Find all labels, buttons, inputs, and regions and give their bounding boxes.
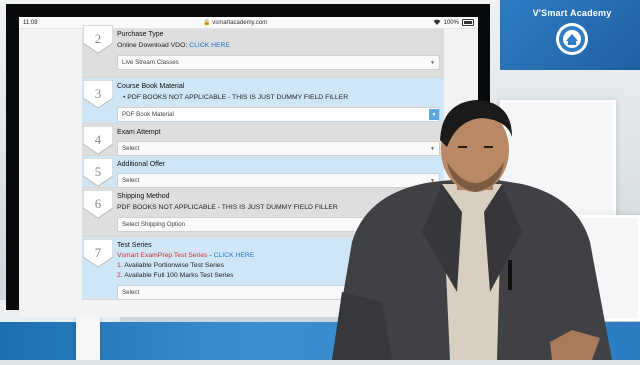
battery-icon — [461, 19, 474, 26]
purchase-type-select[interactable]: Live Stream Classes ▼ — [117, 55, 440, 70]
address-bar[interactable]: 🔒 vsmartacademy.com — [203, 19, 267, 26]
dropdown-caret-icon: ▼ — [430, 59, 435, 66]
step-chevron-badge: 2 — [83, 25, 113, 55]
step-number: 3 — [95, 86, 102, 101]
test-series-label: Vsmart ExamPrep Test Series — [117, 252, 208, 259]
step-purchase-type: 2 Purchase Type Online Download VDO: CLI… — [82, 25, 444, 78]
step-number: 6 — [95, 196, 102, 211]
status-time: 11:08 — [23, 19, 38, 26]
academy-logo: V'Smart Academy — [512, 8, 632, 56]
step-title: Course Book Material — [117, 83, 185, 90]
step-chevron-badge: 7 — [83, 239, 113, 269]
step-chevron-badge: 3 — [83, 80, 113, 110]
step-bullet-text: PDF BOOKS NOT APPLICABLE - THIS IS JUST … — [127, 94, 349, 101]
test-series-click-here-link[interactable]: CLICK HERE — [214, 252, 255, 259]
presenter — [322, 92, 622, 360]
step-title: Purchase Type — [117, 31, 164, 38]
step-chevron-badge: 4 — [83, 126, 113, 156]
step-number: 5 — [95, 164, 102, 179]
click-here-link[interactable]: CLICK HERE — [189, 42, 230, 49]
battery-percent: 100% — [443, 19, 459, 26]
step-number: 2 — [95, 31, 102, 46]
step-text: Online Download VDO: — [117, 42, 190, 49]
brand-name: V'Smart Academy — [532, 8, 612, 18]
step-chevron-badge: 6 — [83, 190, 113, 220]
step-number: 4 — [95, 132, 102, 147]
step-number: 7 — [95, 245, 102, 260]
seal-icon — [555, 22, 589, 56]
wifi-icon — [433, 19, 441, 27]
step-chevron-badge: 5 — [83, 158, 113, 188]
